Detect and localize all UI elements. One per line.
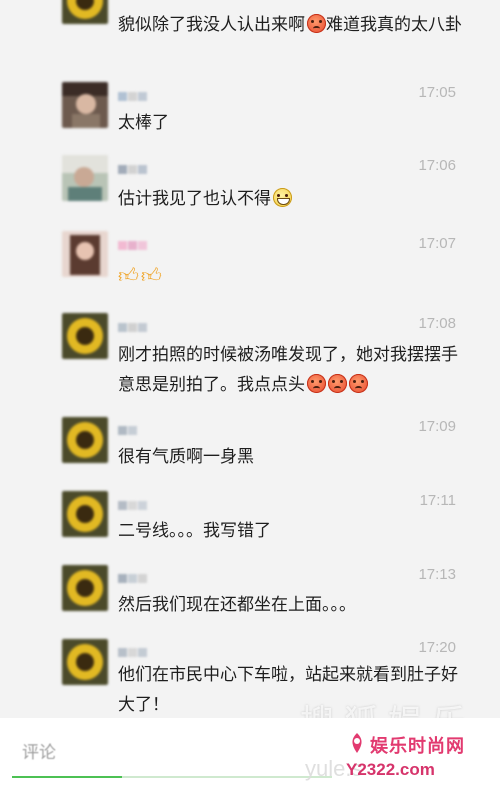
comment-time: 17:20: [418, 639, 456, 656]
angry-face-icon: [307, 374, 326, 393]
avatar[interactable]: [62, 313, 108, 359]
comment-text: 估计我见了也认不得: [118, 184, 464, 214]
brand-url: Y2322.com: [346, 760, 435, 779]
angry-face-icon: [328, 374, 347, 393]
comment-feed[interactable]: 貌似除了我没人认出来啊 难道我真的太八卦 17:05 太棒了 17:06 估计我…: [0, 0, 500, 718]
comment-text: 刚才拍照的时候被汤唯发现了，她对我摆摆手意思是别拍了。我点点头: [118, 340, 464, 400]
comment-input[interactable]: 评论: [22, 738, 56, 763]
avatar[interactable]: [62, 639, 108, 685]
comment-text: 二号线。。。我写错了: [118, 521, 271, 541]
grinning-face-icon: [273, 188, 292, 207]
comment-time: 17:09: [418, 418, 456, 435]
comment-text-main: 估计我见了也认不得: [118, 189, 271, 209]
masked-username[interactable]: [118, 642, 154, 657]
masked-username[interactable]: [118, 495, 154, 510]
comment-text-tail: 难道我真的太八卦: [326, 15, 462, 35]
avatar[interactable]: [62, 417, 108, 463]
sunflower-avatar-icon: [62, 313, 108, 359]
avatar[interactable]: [62, 231, 108, 277]
comment-time: 17:05: [418, 84, 456, 101]
masked-username[interactable]: [118, 317, 154, 332]
masked-username[interactable]: [118, 568, 154, 583]
comment-text: 貌似除了我没人认出来啊 难道我真的太八卦: [118, 10, 464, 40]
angry-face-icon: [307, 14, 326, 33]
sunflower-avatar-icon: [62, 0, 108, 24]
brand-logo-icon: [352, 733, 362, 753]
avatar[interactable]: [62, 565, 108, 611]
portrait-avatar-icon: [62, 155, 108, 201]
portrait-avatar-icon: [62, 231, 108, 277]
comment-text: 然后我们现在还都坐在上面。。。: [118, 595, 356, 615]
brand-name: 娱乐时尚网: [370, 736, 465, 757]
comment-text: 很有气质啊一身黑: [118, 447, 254, 467]
comment-text-main: 刚才拍照的时候被汤唯发现了，她对我摆摆手意思是别拍了。我点点头: [118, 345, 458, 395]
masked-username[interactable]: [118, 86, 154, 101]
input-underline: [12, 776, 332, 778]
portrait-avatar-icon: [62, 82, 108, 128]
comment-time: 17:13: [418, 566, 456, 583]
avatar[interactable]: [62, 155, 108, 201]
sunflower-avatar-icon: [62, 417, 108, 463]
comment-text: 太棒了: [118, 113, 169, 133]
comment-text-main: 貌似除了我没人认出来啊: [118, 15, 305, 35]
comment-time: 17:08: [418, 315, 456, 332]
brand-watermark: 娱乐时尚网 Y2322.com: [340, 722, 500, 787]
thumbs-up-icon: 👍︎: [140, 263, 162, 287]
sunflower-avatar-icon: [62, 565, 108, 611]
comment-text: 👍︎ 👍︎: [118, 262, 464, 292]
masked-username[interactable]: [118, 159, 154, 174]
comment-time: 17:11: [419, 492, 456, 509]
masked-username[interactable]: [118, 235, 154, 250]
comment-time: 17:07: [418, 235, 456, 252]
angry-face-icon: [349, 374, 368, 393]
avatar[interactable]: [62, 491, 108, 537]
masked-username[interactable]: [118, 420, 154, 435]
sunflower-avatar-icon: [62, 639, 108, 685]
thumbs-up-icon: 👍︎: [118, 263, 139, 287]
sunflower-avatar-icon: [62, 491, 108, 537]
avatar[interactable]: [62, 0, 108, 24]
comment-time: 17:06: [418, 157, 456, 174]
avatar[interactable]: [62, 82, 108, 128]
